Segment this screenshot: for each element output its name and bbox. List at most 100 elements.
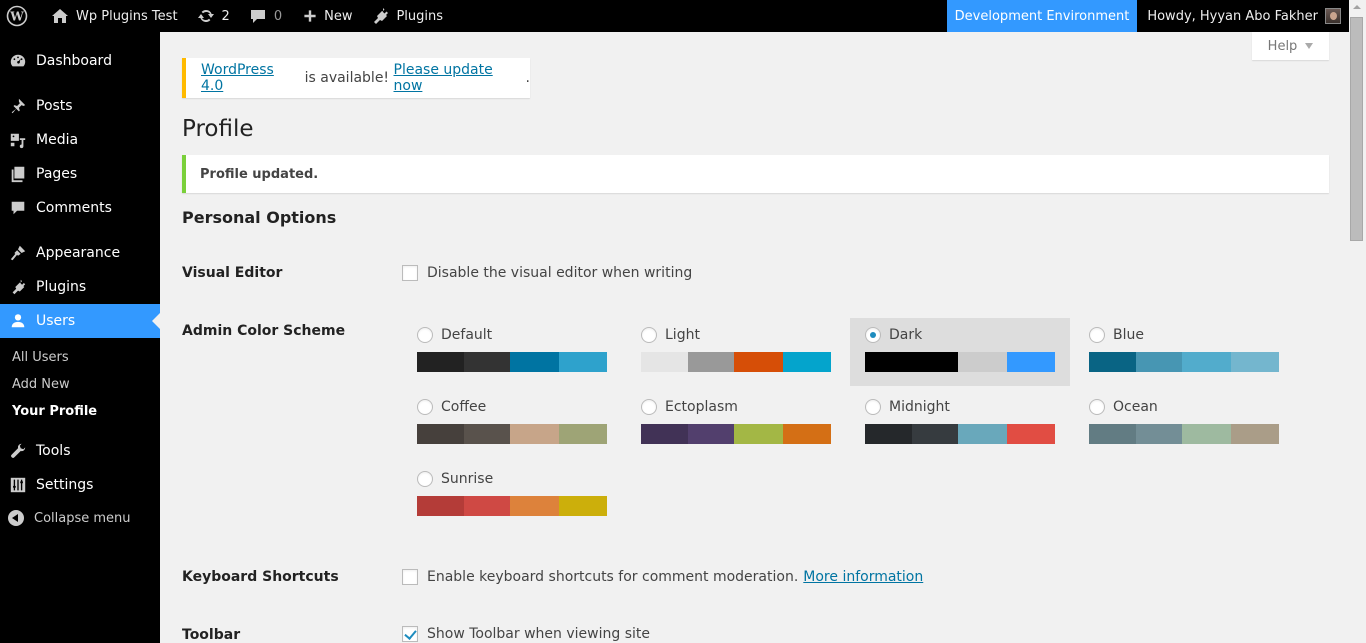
- color-swatch: [558, 496, 607, 516]
- more-information-link[interactable]: More information: [803, 569, 923, 585]
- scheme-sunrise[interactable]: Sunrise: [417, 462, 637, 530]
- keyboard-shortcuts-option[interactable]: Enable keyboard shortcuts for comment mo…: [402, 569, 923, 585]
- scheme-name: Light: [665, 327, 700, 343]
- scheme-radio[interactable]: [417, 471, 433, 487]
- help-label: Help: [1267, 38, 1298, 54]
- comments-count: 0: [273, 8, 283, 24]
- sidebar-item-settings[interactable]: Settings: [0, 468, 160, 502]
- sidebar-item-dashboard[interactable]: Dashboard: [0, 44, 160, 78]
- scheme-midnight[interactable]: Midnight: [865, 390, 1085, 458]
- new-label: New: [324, 8, 353, 24]
- environment-badge[interactable]: Development Environment: [946, 0, 1138, 32]
- scheme-ectoplasm[interactable]: Ectoplasm: [641, 390, 861, 458]
- page-scrollbar[interactable]: [1349, 0, 1366, 643]
- scheme-blue[interactable]: Blue: [1089, 318, 1309, 386]
- sidebar-label: Users: [36, 313, 76, 329]
- triangle-down-icon: [1305, 43, 1314, 49]
- scheme-radio[interactable]: [865, 399, 881, 415]
- scheme-dark[interactable]: Dark: [850, 318, 1070, 386]
- color-swatch: [1006, 424, 1055, 444]
- color-swatch: [782, 352, 831, 372]
- scheme-radio[interactable]: [417, 327, 433, 343]
- updates-link[interactable]: 2: [186, 0, 238, 32]
- submenu-all-users[interactable]: All Users: [12, 350, 69, 365]
- sidebar-label: Dashboard: [36, 53, 112, 69]
- color-swatch: [911, 352, 959, 372]
- update-notice: WordPress 4.0 is available! Please updat…: [182, 58, 530, 98]
- page-title: Profile: [182, 116, 254, 142]
- scheme-name: Blue: [1113, 327, 1144, 343]
- toolbar-option[interactable]: Show Toolbar when viewing site: [402, 626, 650, 642]
- scheme-radio[interactable]: [417, 399, 433, 415]
- profile-updated-notice: Profile updated.: [182, 155, 1329, 193]
- scheme-coffee[interactable]: Coffee: [417, 390, 637, 458]
- collapse-label: Collapse menu: [34, 510, 131, 526]
- avatar: [1325, 8, 1341, 24]
- plus-icon: [304, 10, 316, 22]
- scheme-name: Midnight: [889, 399, 950, 415]
- sidebar-item-posts[interactable]: Posts: [0, 89, 160, 123]
- color-swatch: [510, 352, 559, 372]
- scheme-ocean[interactable]: Ocean: [1089, 390, 1309, 458]
- wrench-icon: [8, 441, 28, 461]
- sidebar-label: Comments: [36, 200, 112, 216]
- sidebar-item-comments[interactable]: Comments: [0, 191, 160, 225]
- sidebar-label: Pages: [36, 166, 78, 182]
- updates-count: 2: [221, 8, 230, 24]
- plugins-link[interactable]: Plugins: [360, 0, 451, 32]
- color-swatch: [865, 352, 912, 372]
- keyboard-shortcuts-checkbox[interactable]: [402, 569, 418, 585]
- update-now-link[interactable]: Please update now: [394, 62, 526, 94]
- collapse-arrow-icon: [8, 510, 24, 526]
- scheme-swatches: [417, 424, 607, 444]
- visual-editor-option[interactable]: Disable the visual editor when writing: [402, 265, 692, 281]
- scheme-radio[interactable]: [1089, 399, 1105, 415]
- sidebar-item-appearance[interactable]: Appearance: [0, 236, 160, 270]
- scheme-swatches: [641, 424, 831, 444]
- color-swatch: [417, 352, 464, 372]
- sidebar-item-pages[interactable]: Pages: [0, 157, 160, 191]
- scrollbar-thumb[interactable]: [1350, 17, 1363, 241]
- color-swatch: [734, 424, 783, 444]
- plugin-icon: [374, 8, 389, 24]
- wordpress-version-link[interactable]: WordPress 4.0: [201, 62, 300, 94]
- color-swatch: [1089, 352, 1136, 372]
- scheme-radio[interactable]: [1089, 327, 1105, 343]
- sidebar-item-plugins[interactable]: Plugins: [0, 270, 160, 304]
- sidebar-item-users[interactable]: Users: [0, 304, 160, 338]
- visual-editor-checkbox[interactable]: [402, 265, 418, 281]
- plugins-label: Plugins: [396, 8, 444, 24]
- update-end: .: [525, 70, 530, 86]
- scheme-radio[interactable]: [641, 399, 657, 415]
- sidebar-label: Appearance: [36, 245, 121, 261]
- scheme-radio[interactable]: [865, 327, 881, 343]
- scheme-name: Ectoplasm: [665, 399, 738, 415]
- toolbar-checkbox[interactable]: [402, 626, 418, 642]
- scheme-name: Sunrise: [441, 471, 494, 487]
- scheme-default[interactable]: Default: [417, 318, 637, 386]
- pin-icon: [8, 96, 28, 116]
- comment-icon: [8, 198, 28, 218]
- new-content-link[interactable]: New: [290, 0, 360, 32]
- comments-link[interactable]: 0: [238, 0, 290, 32]
- submenu-add-new[interactable]: Add New: [12, 377, 70, 392]
- color-swatch: [1182, 424, 1231, 444]
- sidebar-item-tools[interactable]: Tools: [0, 434, 160, 468]
- scheme-swatches: [417, 496, 607, 516]
- my-account-link[interactable]: Howdy, Hyyan Abo Fakher: [1137, 0, 1349, 32]
- color-swatch: [911, 424, 959, 444]
- scheme-radio[interactable]: [641, 327, 657, 343]
- color-swatch: [687, 424, 735, 444]
- submenu-your-profile[interactable]: Your Profile: [12, 404, 97, 419]
- site-name-link[interactable]: Wp Plugins Test: [36, 0, 186, 32]
- collapse-menu-button[interactable]: Collapse menu: [8, 510, 131, 526]
- scheme-light[interactable]: Light: [626, 318, 846, 386]
- sidebar-label: Settings: [36, 477, 94, 493]
- wordpress-logo-button[interactable]: W: [0, 0, 36, 32]
- color-swatch: [463, 352, 511, 372]
- color-swatch: [865, 424, 912, 444]
- sidebar-item-media[interactable]: Media: [0, 123, 160, 157]
- scroll-up-arrow-icon[interactable]: [1353, 5, 1361, 9]
- help-tab-button[interactable]: Help: [1252, 32, 1329, 60]
- toolbar-label: Toolbar: [182, 627, 241, 643]
